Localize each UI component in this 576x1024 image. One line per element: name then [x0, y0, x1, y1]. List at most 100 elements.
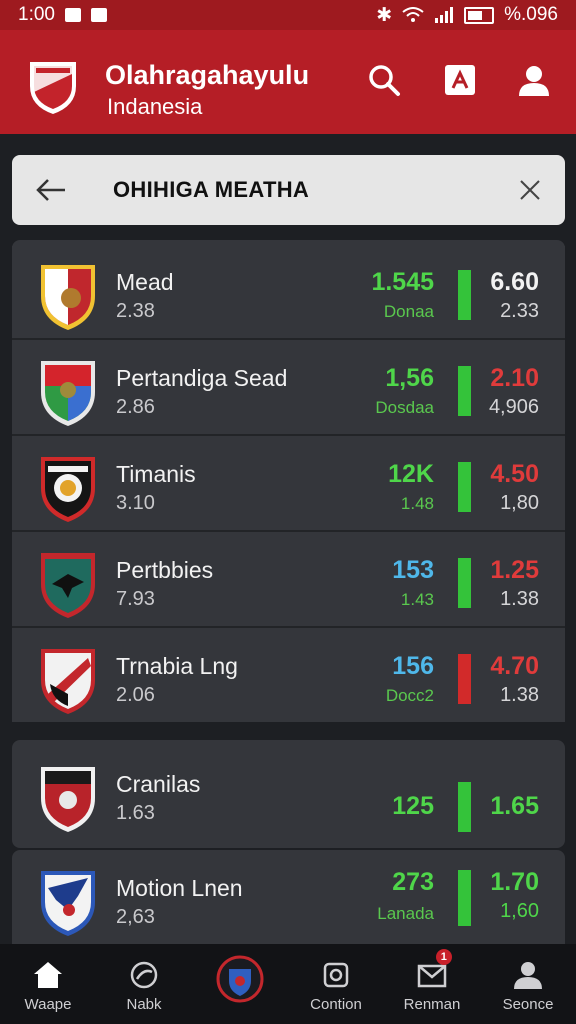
match-value: 1,56 [385, 364, 434, 392]
odds-value[interactable]: 1.25 [490, 556, 539, 585]
match-value-label: Donaa [383, 302, 434, 321]
team-name: Pertbbies [116, 557, 214, 583]
trend-bar [458, 462, 471, 512]
team-name: Pertandiga Sead [116, 365, 288, 391]
match-value: 1.545 [371, 268, 434, 296]
odds-sub: 4,906 [488, 396, 539, 418]
signal-icon [435, 7, 454, 23]
odds-value[interactable]: 1.65 [490, 792, 539, 821]
team-crest-icon [41, 767, 95, 832]
team-row[interactable]: Pertbbies 7.93 153 1.43 1.25 1.38 [12, 534, 565, 628]
trend-bar [458, 558, 471, 608]
odds-value[interactable]: 6.60 [490, 268, 539, 297]
back-arrow-icon[interactable] [34, 173, 68, 207]
app-notification-icon [90, 8, 107, 22]
nav-item-messages[interactable]: 1 Renman [384, 944, 480, 1024]
team-row[interactable]: Motion Lnen 2,63 273 Lanada 1.70 1,60 [12, 852, 565, 944]
profile-button[interactable] [514, 60, 554, 100]
team-row[interactable]: Timanis 3.10 12K 1.48 4.50 1,80 [12, 438, 565, 532]
team-stat: 7.93 [116, 588, 155, 610]
nav-label: Seonce [502, 996, 554, 1013]
status-bar: 1:00 ✱ %.096 [0, 0, 576, 30]
odds-value[interactable]: 4.50 [490, 460, 539, 489]
app-header: Olahragahayulu Indanesia [0, 30, 576, 134]
nav-label: Contion [310, 996, 362, 1013]
search-query[interactable]: OHIHIGA MEATHA [113, 177, 309, 203]
trend-bar [458, 870, 471, 926]
home-icon [34, 962, 62, 988]
battery-icon [464, 6, 495, 24]
trend-bar [458, 366, 471, 416]
team-name: Cranilas [116, 771, 201, 797]
match-value: 273 [392, 868, 434, 896]
odds-value[interactable]: 2.10 [490, 364, 539, 393]
team-crest-icon [41, 361, 95, 426]
team-name: Mead [116, 269, 174, 295]
odds-sub: 2.33 [500, 300, 539, 322]
odds-sub: 1,80 [500, 492, 539, 514]
match-value: 12K [388, 460, 434, 488]
wifi-icon [402, 7, 424, 22]
match-value-label: Dosdaa [375, 398, 434, 417]
status-time: 1:00 [18, 4, 55, 25]
chart-card-icon [445, 65, 475, 95]
user-icon [519, 66, 549, 96]
trend-bar [458, 654, 471, 704]
odds-value[interactable]: 1.70 [490, 868, 539, 897]
team-row[interactable]: Cranilas 1.63 125 1.65 [12, 748, 565, 840]
app-subtitle: Indanesia [107, 94, 203, 119]
odds-sub: 1,60 [500, 900, 539, 922]
stats-button[interactable] [440, 60, 480, 100]
team-crest-icon [41, 553, 95, 618]
team-stat: 2,63 [116, 906, 155, 928]
team-stat: 3.10 [116, 492, 155, 514]
team-stat: 2.38 [116, 300, 155, 322]
team-crest-icon [41, 457, 95, 522]
ball-icon [130, 961, 158, 989]
match-value: 156 [392, 652, 434, 680]
team-crest-icon [41, 265, 95, 330]
team-name: Timanis [116, 461, 196, 487]
team-crest-icon [41, 871, 95, 936]
match-value-label: 1.43 [400, 590, 434, 609]
nav-item-home[interactable]: Waape [0, 944, 96, 1024]
nav-label: Renman [403, 996, 461, 1013]
team-name: Motion Lnen [116, 875, 243, 901]
match-value-label: Lanada [377, 904, 434, 923]
bottom-navigation: Waape Nabk Contion 1 Renman Seonce [0, 944, 576, 1024]
notification-icon [64, 8, 81, 22]
profile-icon [514, 962, 542, 989]
team-stat: 2.86 [116, 396, 155, 418]
odds-value[interactable]: 4.70 [490, 652, 539, 681]
trend-bar [458, 782, 471, 832]
team-row[interactable]: Trnabia Lng 2.06 156 Docc2 4.70 1.38 [12, 630, 565, 722]
search-field[interactable]: OHIHIGA MEATHA [12, 155, 565, 225]
team-row[interactable]: Pertandiga Sead 2.86 1,56 Dosdaa 2.10 4,… [12, 342, 565, 436]
bluetooth-icon: ✱ [376, 4, 393, 26]
odds-sub: 1.38 [500, 684, 539, 706]
battery-percent: %.096 [504, 4, 558, 25]
search-icon [369, 65, 400, 96]
notification-badge: 1 [435, 949, 452, 965]
odds-sub: 1.38 [500, 588, 539, 610]
match-value-label: 1.48 [400, 494, 434, 513]
nav-item-matches[interactable]: Nabk [96, 944, 192, 1024]
app-logo-icon [30, 62, 76, 114]
match-value: 153 [392, 556, 434, 584]
nav-item-profile[interactable]: Seonce [480, 944, 576, 1024]
team-row[interactable]: Mead 2.38 1.545 Donaa 6.60 2.33 [12, 246, 565, 340]
match-value: 125 [392, 792, 434, 820]
nav-label: Nabk [126, 996, 162, 1013]
close-icon[interactable] [515, 175, 545, 205]
nav-item-club[interactable] [192, 944, 288, 1024]
club-crest-icon [216, 955, 264, 1003]
camera-icon [323, 962, 349, 988]
match-value-label: Docc2 [385, 686, 434, 705]
team-crest-icon [41, 649, 95, 714]
team-stat: 1.63 [116, 802, 155, 824]
nav-item-camera[interactable]: Contion [288, 944, 384, 1024]
team-name: Trnabia Lng [116, 653, 238, 679]
search-button[interactable] [364, 60, 404, 100]
trend-bar [458, 270, 471, 320]
nav-label: Waape [24, 996, 72, 1013]
